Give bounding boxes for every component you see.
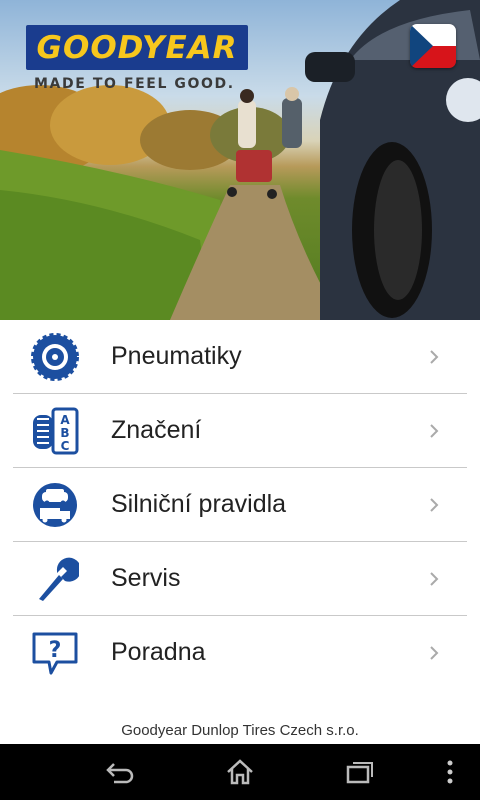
menu-item-poradna[interactable]: ? Poradna xyxy=(13,616,467,689)
menu-item-silnicni-pravidla[interactable]: Silniční pravidla xyxy=(13,468,467,542)
goodyear-logo: GOODYEAR xyxy=(26,25,248,70)
tire-abc-icon: A B C xyxy=(33,407,79,454)
brand-tagline: MADE TO FEEL GOOD. xyxy=(34,76,235,92)
home-icon[interactable] xyxy=(224,758,256,786)
tire-icon xyxy=(31,332,79,381)
czech-flag-icon[interactable] xyxy=(410,24,456,68)
back-icon[interactable] xyxy=(104,758,136,786)
overflow-menu-icon[interactable] xyxy=(440,758,460,786)
chevron-right-icon xyxy=(430,571,439,586)
menu-label: Silniční pravidla xyxy=(111,490,287,518)
chevron-right-icon xyxy=(430,423,439,438)
svg-text:A: A xyxy=(60,413,70,427)
menu-label: Značení xyxy=(111,416,202,444)
system-nav-bar xyxy=(0,744,480,800)
recent-apps-icon[interactable] xyxy=(344,758,376,786)
chevron-right-icon xyxy=(430,349,439,364)
header-banner: GOODYEAR MADE TO FEEL GOOD. xyxy=(0,0,480,320)
car-truck-icon xyxy=(33,482,77,527)
menu-item-servis[interactable]: Servis xyxy=(13,542,467,616)
menu-label: Poradna xyxy=(111,638,206,666)
chevron-right-icon xyxy=(430,645,439,660)
brand-name: GOODYEAR xyxy=(36,29,238,66)
menu-label: Servis xyxy=(111,564,181,592)
svg-text:?: ? xyxy=(49,638,62,663)
main-menu: Pneumatiky A B C Značení Silniční pravid… xyxy=(0,320,480,689)
wrench-icon xyxy=(39,557,79,601)
menu-item-pneumatiky[interactable]: Pneumatiky xyxy=(13,320,467,394)
svg-text:C: C xyxy=(61,439,70,453)
chevron-right-icon xyxy=(430,497,439,512)
question-bubble-icon: ? xyxy=(32,632,78,674)
svg-text:B: B xyxy=(60,426,69,440)
company-footer: Goodyear Dunlop Tires Czech s.r.o. xyxy=(121,722,359,739)
menu-item-znaceni[interactable]: A B C Značení xyxy=(13,394,467,468)
menu-label: Pneumatiky xyxy=(111,342,242,370)
